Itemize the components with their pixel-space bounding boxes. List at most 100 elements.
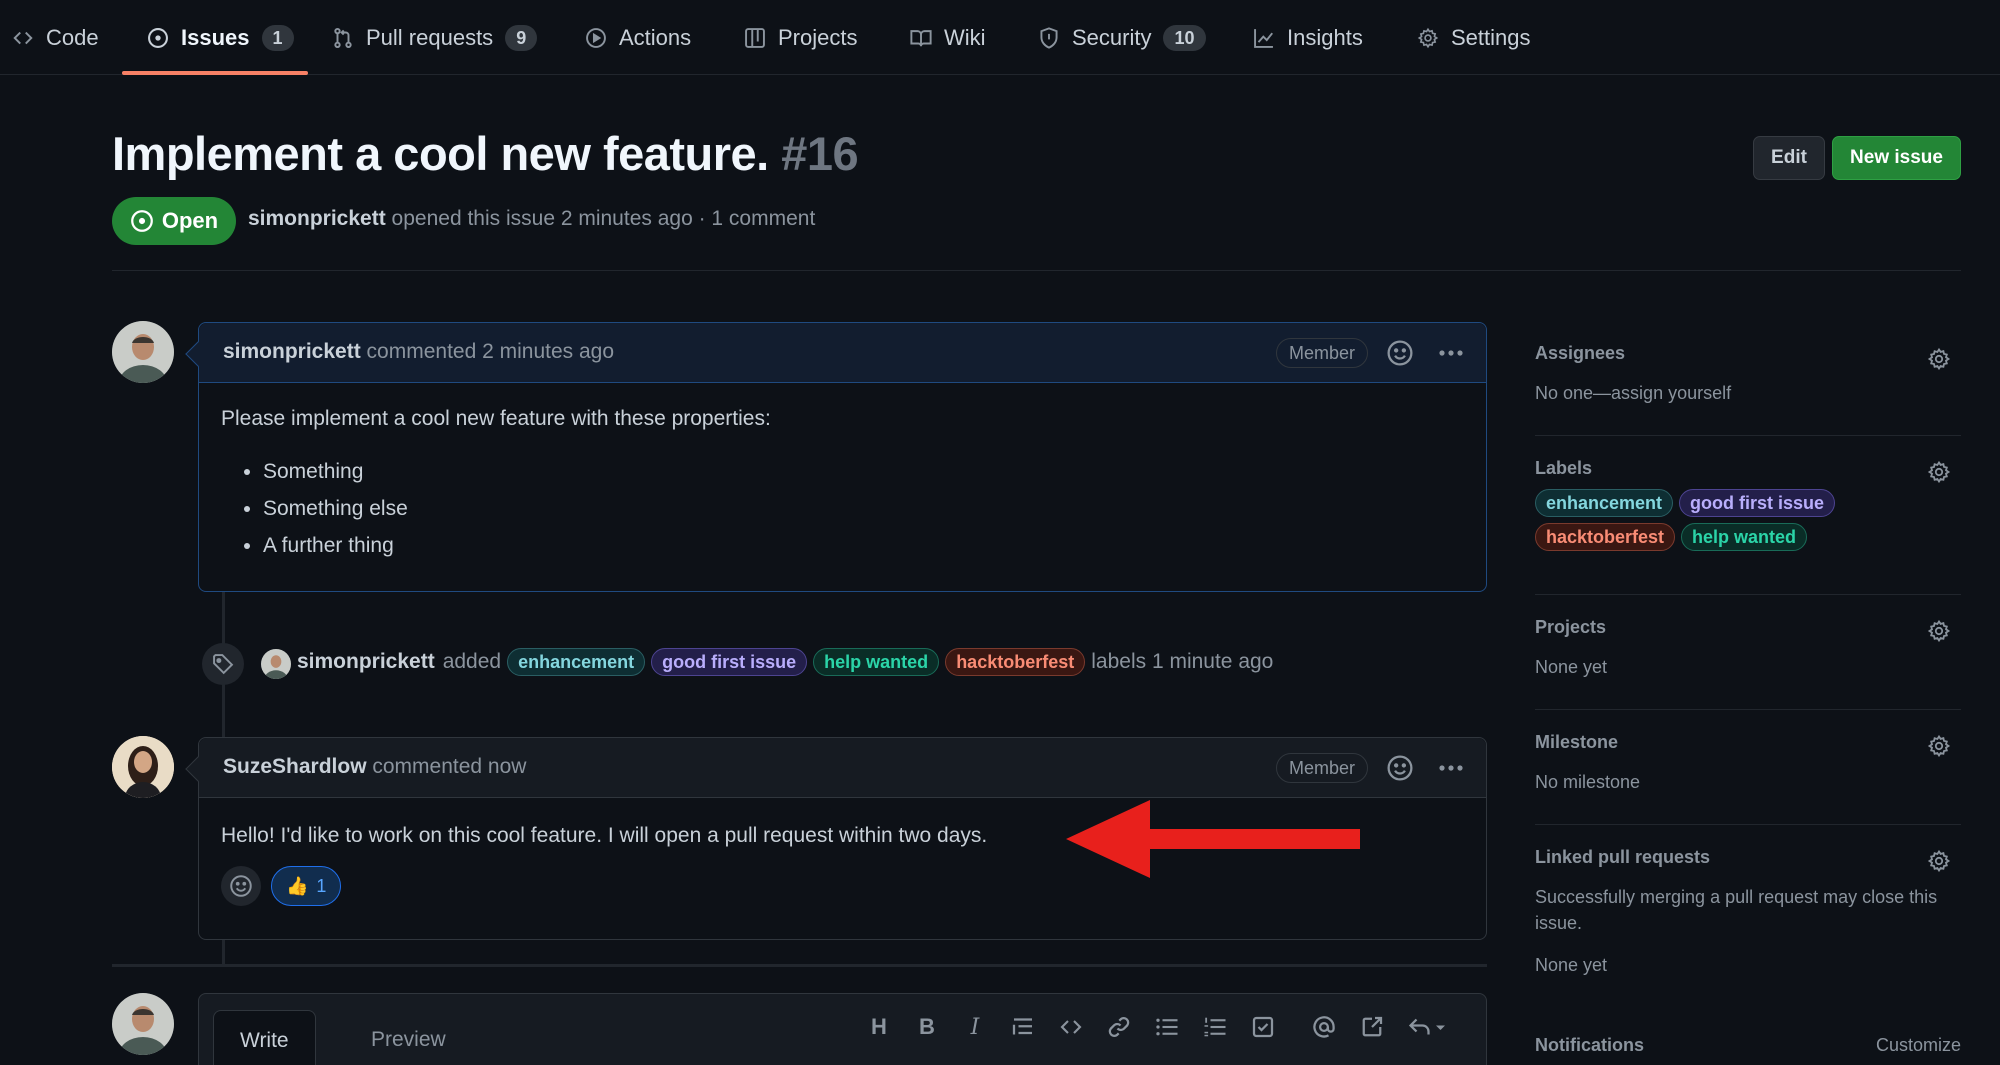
sidebar-divider <box>1535 594 1961 595</box>
code-icon <box>12 27 34 49</box>
label-hacktoberfest[interactable]: hacktoberfest <box>1535 523 1676 551</box>
smiley-icon <box>229 874 253 898</box>
comment-body: Please implement a cool new feature with… <box>199 383 1486 584</box>
comment-timestamp[interactable]: commented 2 minutes ago <box>367 340 614 363</box>
label-good-first-issue[interactable]: good first issue <box>1679 489 1836 517</box>
list-item: Something else <box>263 490 1464 527</box>
gear-icon[interactable] <box>1927 734 1951 758</box>
sidebar-divider <box>1535 824 1961 825</box>
tasklist-icon[interactable] <box>1248 1012 1278 1042</box>
tab-preview[interactable]: Preview <box>345 1010 472 1065</box>
book-icon <box>910 27 932 49</box>
event-verb: added <box>442 650 502 673</box>
gear-icon[interactable] <box>1927 619 1951 643</box>
avatar <box>112 993 174 1055</box>
sidebar-notifications: Notifications Customize <box>1535 1035 1961 1065</box>
issue-opened-icon <box>130 209 154 233</box>
cross-reference-icon[interactable] <box>1357 1012 1387 1042</box>
quote-icon[interactable] <box>1008 1012 1038 1042</box>
edit-button[interactable]: Edit <box>1753 136 1825 180</box>
issue-author-link[interactable]: simonprickett <box>248 207 386 230</box>
graph-icon <box>1253 27 1275 49</box>
heading-icon[interactable]: H <box>864 1012 894 1042</box>
table-icon <box>744 27 766 49</box>
comment-list: Something Something else A further thing <box>221 453 1464 564</box>
header-divider <box>112 270 1961 271</box>
label-enhancement[interactable]: enhancement <box>507 648 646 676</box>
assign-yourself-link[interactable]: No one—assign yourself <box>1535 380 1961 406</box>
comment-header: SuzeShardlow commented now Member <box>185 738 1486 798</box>
tab-label: Pull requests <box>366 24 494 50</box>
label-help-wanted[interactable]: help wanted <box>1681 523 1808 551</box>
tab-actions[interactable]: Actions <box>585 0 691 75</box>
sidebar-label-list: enhancement good first issue hacktoberfe… <box>1535 489 1865 551</box>
event-avatar[interactable] <box>261 649 291 679</box>
label-hacktoberfest[interactable]: hacktoberfest <box>945 648 1086 676</box>
tab-label: Projects <box>778 24 858 50</box>
member-badge: Member <box>1275 753 1368 783</box>
customize-link[interactable]: Customize <box>1876 1035 1961 1056</box>
tab-security[interactable]: Security 10 <box>1038 0 1206 75</box>
tab-label: Insights <box>1287 24 1363 50</box>
bold-icon[interactable]: B <box>912 1012 942 1042</box>
label-help-wanted[interactable]: help wanted <box>813 648 940 676</box>
tab-code[interactable]: Code <box>12 0 99 75</box>
tab-pull-requests[interactable]: Pull requests 9 <box>332 0 538 75</box>
sidebar-description: Successfully merging a pull request may … <box>1535 887 1938 933</box>
kebab-horizontal-icon[interactable] <box>1436 339 1466 367</box>
italic-icon[interactable]: I <box>960 1012 990 1042</box>
comment-timestamp[interactable]: commented now <box>372 755 526 778</box>
avatar[interactable] <box>112 736 174 798</box>
reply-icon[interactable] <box>1405 1012 1449 1042</box>
comment-card: simonprickett commented 2 minutes ago Me… <box>185 322 1487 592</box>
tab-projects[interactable]: Projects <box>744 0 857 75</box>
label-good-first-issue[interactable]: good first issue <box>651 648 808 676</box>
numbered-list-icon[interactable] <box>1200 1012 1230 1042</box>
smiley-icon[interactable] <box>1386 339 1414 367</box>
sidebar-projects: Projects None yet <box>1535 617 1961 710</box>
tab-issues[interactable]: Issues 1 <box>147 0 294 75</box>
list-item: A further thing <box>263 527 1464 564</box>
add-reaction-button[interactable] <box>221 866 261 906</box>
kebab-horizontal-icon[interactable] <box>1436 754 1466 782</box>
tab-insights[interactable]: Insights <box>1253 0 1363 75</box>
pull-requests-counter: 9 <box>505 24 538 51</box>
tab-write[interactable]: Write <box>213 1010 316 1065</box>
comment-header-text: simonprickett commented 2 minutes ago <box>223 340 614 364</box>
status-label: Open <box>161 208 219 233</box>
gear-icon[interactable] <box>1927 460 1951 484</box>
shield-icon <box>1038 26 1060 49</box>
tab-wiki[interactable]: Wiki <box>910 0 986 75</box>
avatar[interactable] <box>112 321 174 383</box>
comment-author-link[interactable]: SuzeShardlow <box>223 755 367 778</box>
comment-editor: Write Preview H B I <box>198 993 1487 1065</box>
mention-icon[interactable] <box>1309 1012 1339 1042</box>
sidebar-value: None yet <box>1535 955 1608 975</box>
sidebar-title: Labels <box>1535 458 1593 478</box>
timeline-end-divider <box>112 964 1487 967</box>
member-badge: Member <box>1275 338 1368 368</box>
comment-paragraph: Please implement a cool new feature with… <box>221 407 771 430</box>
gear-icon[interactable] <box>1927 347 1951 371</box>
thumbs-up-icon: 👍 <box>286 875 309 896</box>
code-icon[interactable] <box>1056 1012 1086 1042</box>
repo-nav: Code Issues 1 Pull requests 9 Actions Pr… <box>0 0 2000 75</box>
new-issue-button[interactable]: New issue <box>1832 136 1961 180</box>
label-enhancement[interactable]: enhancement <box>1535 489 1674 517</box>
tab-settings[interactable]: Settings <box>1417 0 1531 75</box>
thumbs-up-reaction[interactable]: 👍 1 <box>271 866 342 906</box>
event-author-link[interactable]: simonprickett <box>297 650 435 674</box>
git-pull-request-icon <box>332 27 354 49</box>
tag-icon <box>202 643 244 685</box>
gear-icon <box>1417 27 1439 49</box>
smiley-icon[interactable] <box>1386 754 1414 782</box>
link-icon[interactable] <box>1104 1012 1134 1042</box>
tab-label: Issues <box>181 24 250 50</box>
tab-label: Actions <box>619 24 692 50</box>
sidebar-milestone: Milestone No milestone <box>1535 732 1961 825</box>
annotation-arrow-icon <box>1066 800 1360 878</box>
comment-author-link[interactable]: simonprickett <box>223 340 361 363</box>
bulleted-list-icon[interactable] <box>1152 1012 1182 1042</box>
sidebar-title: Assignees <box>1535 343 1626 363</box>
gear-icon[interactable] <box>1927 849 1951 873</box>
